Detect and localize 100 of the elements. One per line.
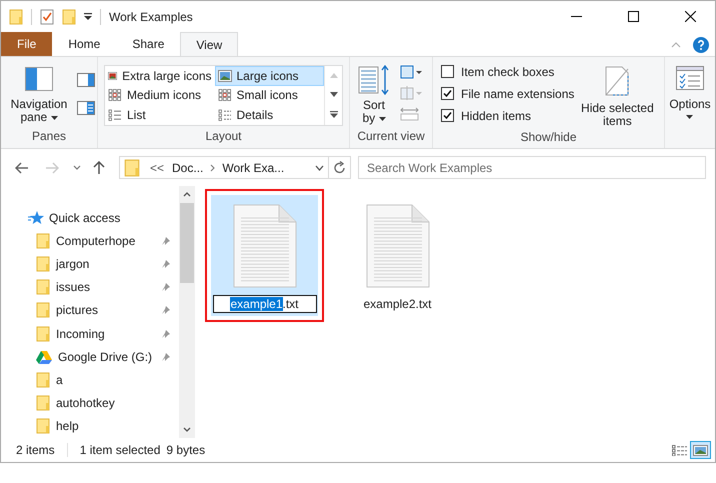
check-icon — [443, 111, 452, 120]
layout-option[interactable]: Medium icons — [105, 86, 214, 106]
ribbon-tab[interactable]: Home — [52, 32, 116, 56]
close-icon[interactable] — [685, 11, 696, 22]
checkbox[interactable] — [441, 109, 454, 122]
list-icon — [218, 109, 232, 122]
back-icon[interactable] — [15, 162, 29, 174]
properties-icon[interactable] — [40, 8, 54, 24]
file-item[interactable]: example2.txt — [344, 195, 451, 315]
folder-icon — [36, 279, 50, 296]
text-file-icon — [232, 204, 296, 288]
group-label: Current view — [356, 128, 426, 145]
layout-option[interactable]: Large icons — [214, 66, 324, 86]
ribbon-tab[interactable]: View — [180, 32, 238, 56]
caret-icon — [686, 115, 694, 119]
scroll-down-icon[interactable] — [330, 92, 338, 97]
rename-field[interactable]: example1.txt — [212, 295, 316, 313]
breadcrumb[interactable]: Work Exa... — [222, 158, 284, 176]
picture-icon — [218, 70, 232, 82]
picture-icon — [108, 70, 118, 82]
sidebar-item[interactable]: a — [1, 368, 179, 392]
layout-option[interactable]: Small icons — [214, 86, 324, 106]
group-label: Show/hide — [519, 129, 578, 146]
sidebar-item[interactable]: Google Drive (G:) — [1, 345, 179, 368]
sidebar-item[interactable]: pictures — [1, 298, 179, 322]
folder-icon — [36, 326, 50, 342]
folder-icon — [124, 158, 140, 176]
folder-icon — [36, 232, 50, 249]
selection-size: 9 bytes — [166, 442, 206, 459]
layout-option[interactable]: Details — [214, 105, 324, 125]
help-icon[interactable] — [693, 37, 709, 53]
sidebar-item[interactable]: issues — [1, 276, 179, 299]
caret-icon — [378, 116, 386, 121]
checkbox[interactable] — [441, 87, 454, 100]
preview-pane-icon[interactable] — [77, 73, 95, 87]
folder-icon — [36, 256, 50, 272]
scroll-up-icon[interactable] — [183, 192, 191, 197]
sidebar-item[interactable]: Incoming — [1, 322, 179, 346]
up-icon[interactable] — [93, 160, 105, 174]
address-bar[interactable]: << Doc... Work Exa... — [119, 156, 351, 179]
file-item[interactable]: example1.txt — [211, 195, 318, 316]
sort-by-button[interactable]: Sort by — [358, 65, 390, 127]
layout-option[interactable]: List — [105, 105, 214, 125]
large-icons-icon — [693, 444, 708, 456]
add-columns-icon — [400, 86, 422, 100]
selection-count: 1 item selected — [80, 442, 160, 459]
chevron-icon — [210, 164, 216, 172]
grid-icon — [108, 89, 122, 102]
options-icon — [676, 66, 704, 90]
dropdown-icon[interactable] — [84, 12, 92, 20]
folder-icon — [36, 372, 50, 388]
checkbox[interactable] — [441, 65, 454, 78]
refresh-icon[interactable] — [334, 161, 346, 174]
quick-access-link[interactable]: Quick access — [49, 208, 120, 227]
layout-option[interactable]: Extra large icons — [105, 66, 214, 86]
sidebar-item[interactable]: jargon — [1, 252, 179, 276]
search-field[interactable]: Search Work Examples — [358, 156, 706, 179]
grid-icon — [218, 89, 232, 102]
address-overflow[interactable]: << — [150, 158, 164, 176]
group-label: Layout — [204, 128, 243, 145]
large-icons-view-button[interactable] — [690, 441, 711, 459]
sidebar-item[interactable]: Computerhope — [1, 229, 179, 252]
star-icon — [28, 210, 44, 225]
details-icon — [672, 444, 687, 456]
sidebar-item[interactable]: help — [1, 414, 179, 438]
scroll-down-icon[interactable] — [183, 427, 191, 432]
breadcrumb[interactable]: Doc... — [172, 158, 204, 176]
group-label: Panes — [30, 128, 68, 145]
checkbox-option[interactable]: Hidden items — [441, 106, 574, 125]
sidebar-item[interactable]: autohotkey — [1, 392, 179, 415]
item-count: 2 items — [16, 442, 55, 459]
navigation-pane-icon — [25, 67, 53, 91]
checkbox-option[interactable]: Item check boxes — [441, 62, 574, 81]
scrollbar[interactable] — [179, 186, 195, 438]
sort-icon — [358, 65, 390, 95]
window-title: Work Examples — [109, 8, 193, 26]
hide-page-icon — [605, 66, 630, 96]
caret-icon — [50, 116, 58, 120]
details-pane-icon[interactable] — [77, 101, 95, 115]
check-icon — [443, 89, 452, 98]
folder-icon — [36, 418, 50, 434]
folder-icon — [36, 302, 50, 318]
file-tab[interactable]: File — [1, 32, 52, 56]
list-icon — [108, 109, 122, 122]
folder-icon — [9, 8, 23, 24]
maximize-icon[interactable] — [628, 11, 639, 22]
options-button[interactable]: Options — [669, 66, 711, 119]
folder-icon — [36, 395, 50, 412]
text-file-icon — [366, 204, 430, 288]
dropdown-icon[interactable] — [315, 164, 324, 170]
group-by-icon[interactable] — [400, 65, 422, 79]
ribbon-tab[interactable]: Share — [116, 32, 180, 56]
checkbox-option[interactable]: File name extensions — [441, 84, 574, 103]
expand-gallery-icon[interactable] — [330, 111, 338, 118]
navigation-pane-button[interactable]: Navigation pane — [9, 67, 69, 127]
recent-locations-icon[interactable] — [73, 165, 81, 170]
hide-selected-items-button[interactable]: Hide selected items — [576, 62, 658, 128]
drive-icon — [36, 350, 52, 364]
file-name: example2.txt — [363, 296, 432, 312]
folder-icon — [62, 8, 76, 24]
